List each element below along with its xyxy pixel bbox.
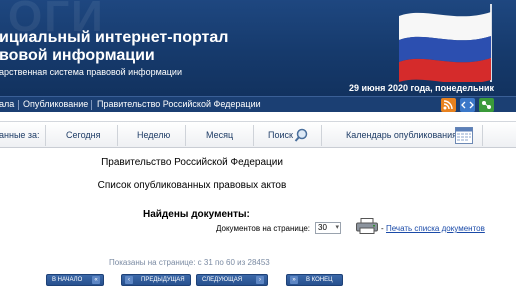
- authority-title: Правительство Российской Федерации: [101, 157, 283, 168]
- previous-page-label: ПРЕДЫДУЩАЯ: [141, 277, 185, 283]
- print-dash: -: [381, 224, 384, 233]
- calendar-icon[interactable]: [455, 127, 473, 144]
- current-date: 29 июня 2020 года, понедельник: [349, 83, 494, 93]
- pagination-status: Показаны на странице: с 31 по 60 из 2845…: [109, 258, 270, 267]
- double-chevron-right-icon: »: [290, 276, 298, 284]
- tab-month[interactable]: Месяц: [206, 130, 233, 140]
- first-page-button[interactable]: В НАЧАЛО «: [46, 274, 104, 286]
- per-page-select[interactable]: 30 ▾: [315, 222, 341, 234]
- per-page-label: Документов на странице:: [216, 224, 311, 233]
- last-page-button[interactable]: » В КОНЕЦ: [286, 274, 343, 286]
- breadcrumb: ала Опубликование Правительство Российск…: [0, 96, 516, 112]
- page-title: Список опубликованных правовых актов: [97, 180, 287, 191]
- next-page-label: СЛЕДУЮЩАЯ: [202, 277, 243, 283]
- site-header: ОГИ ициальный интернет-портал вовой инфо…: [0, 0, 516, 96]
- found-documents-label: Найдены документы:: [143, 209, 250, 220]
- date-filter-bar: анные за: Сегодня Неделю Месяц Поиск Кал…: [0, 121, 516, 148]
- tab-today[interactable]: Сегодня: [66, 130, 101, 140]
- breadcrumb-home[interactable]: ала: [0, 99, 14, 109]
- printer-icon[interactable]: [356, 218, 378, 234]
- tab-week[interactable]: Неделю: [137, 130, 170, 140]
- search-icon[interactable]: [294, 128, 309, 143]
- double-chevron-left-icon: «: [92, 276, 100, 284]
- chevron-left-icon: ‹: [125, 276, 133, 284]
- tab-calendar[interactable]: Календарь опубликования: [346, 130, 457, 140]
- portal-title-line2: вовой информации: [0, 47, 155, 64]
- per-page-value: 30: [318, 223, 327, 232]
- code-icon[interactable]: [460, 98, 475, 112]
- portal-title-line1: ициальный интернет-портал: [0, 29, 229, 46]
- portal-subtitle: арственная система правовой информации: [0, 67, 182, 77]
- tab-search[interactable]: Поиск: [268, 130, 293, 140]
- chevron-down-icon: ▾: [335, 224, 339, 231]
- print-list-link[interactable]: Печать списка документов: [386, 224, 485, 233]
- last-page-label: В КОНЕЦ: [306, 277, 333, 283]
- first-page-label: В НАЧАЛО: [52, 277, 83, 283]
- share-icon[interactable]: [479, 98, 494, 112]
- filter-label: анные за:: [0, 130, 40, 140]
- breadcrumb-publication[interactable]: Опубликование: [23, 99, 88, 109]
- rss-icon[interactable]: [441, 98, 456, 112]
- breadcrumb-government[interactable]: Правительство Российской Федерации: [97, 99, 261, 109]
- russian-flag-icon: [399, 4, 492, 82]
- chevron-right-icon: ›: [256, 276, 264, 284]
- previous-page-button[interactable]: ‹ ПРЕДЫДУЩАЯ: [121, 274, 191, 286]
- next-page-button[interactable]: СЛЕДУЮЩАЯ ›: [196, 274, 268, 286]
